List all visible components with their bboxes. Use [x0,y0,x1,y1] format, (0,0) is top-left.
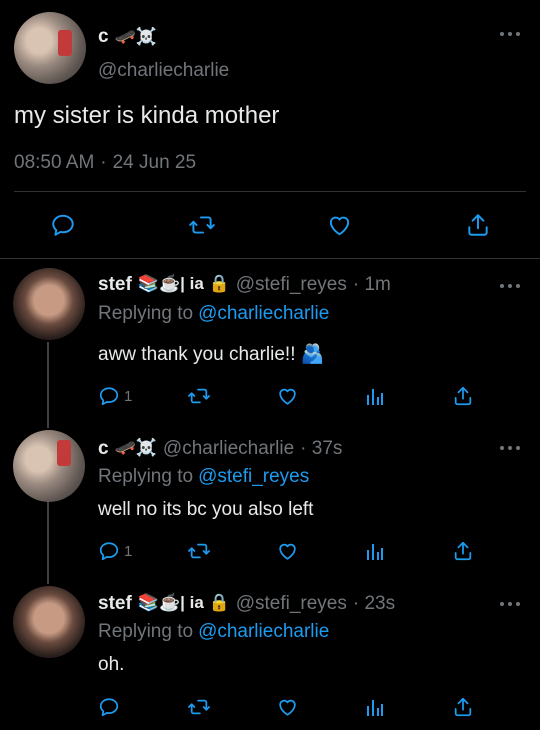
share-icon [465,212,491,238]
divider [0,258,540,259]
avatar[interactable] [13,430,85,502]
views-icon [365,385,385,407]
timestamp-separator: · [100,152,107,173]
tweet-date: 24 Jun 25 [112,152,197,173]
reply-icon [98,696,120,718]
heart-icon [326,212,353,238]
views-icon [365,696,385,718]
retweet-icon [188,212,216,238]
reply-button[interactable]: 1 [98,385,132,407]
views-button[interactable] [365,385,385,407]
like-button[interactable] [326,212,353,238]
tweet-text: my sister is kinda mother [14,102,280,129]
more-icon[interactable] [500,30,520,38]
retweet-icon [187,385,211,407]
divider [14,191,526,192]
display-name[interactable]: stef [98,593,132,615]
name-suffix: 📚☕️| ia 🔒 [137,274,230,293]
tweet-timestamp[interactable]: 08:50 AM · 24 Jun 25 [14,152,196,174]
tweet-time: 08:50 AM [14,152,95,173]
replying-prefix: Replying to [98,466,194,487]
thread-line [47,500,49,584]
more-icon[interactable] [500,282,520,290]
author-handle[interactable]: @charliecharlie [98,60,229,82]
tweet-age: · 37s [300,438,343,459]
replying-to: Replying to @charliecharlie [98,621,329,643]
thread-line [47,342,49,428]
name-emojis: 🛹☠️ [114,27,157,46]
tweet-text: oh. [98,654,125,675]
replying-to: Replying to @stefi_reyes [98,466,309,488]
author-row: stef 📚☕️| ia 🔒 @stefi_reyes · 1m [98,274,391,296]
more-icon[interactable] [500,600,520,608]
share-button[interactable] [452,696,474,718]
reply-count: 1 [124,387,133,405]
avatar[interactable] [13,586,85,658]
share-button[interactable] [465,212,491,238]
share-icon [452,540,474,562]
retweet-button[interactable] [187,696,211,718]
views-button[interactable] [365,540,385,562]
replying-to: Replying to @charliecharlie [98,303,329,325]
display-name[interactable]: c [98,438,109,460]
avatar[interactable] [14,12,86,84]
like-button[interactable] [276,385,299,407]
heart-icon [276,385,299,407]
author-handle[interactable]: @stefi_reyes [236,274,347,296]
views-icon [365,540,385,562]
tweet-text: aww thank you charlie!! 🫂 [98,344,325,365]
reply-count: 1 [124,542,133,560]
reply-button[interactable] [98,696,124,718]
retweet-icon [187,696,211,718]
reply-icon [50,212,76,238]
replying-to-link[interactable]: @stefi_reyes [198,466,309,488]
retweet-button[interactable] [187,385,211,407]
reply-button[interactable]: 1 [98,540,132,562]
author-row: c 🛹☠️ @charliecharlie · 37s [98,438,342,460]
share-button[interactable] [452,385,474,407]
like-button[interactable] [276,696,299,718]
heart-icon [276,696,299,718]
author-row: stef 📚☕️| ia 🔒 @stefi_reyes · 23s [98,593,395,615]
author-handle[interactable]: @stefi_reyes [236,593,347,615]
heart-icon [276,540,299,562]
tweet-age: · 23s [352,593,396,614]
share-button[interactable] [452,540,474,562]
tweet-text: well no its bc you also left [98,499,314,520]
display-name[interactable]: stef [98,274,132,296]
share-icon [452,385,474,407]
display-name: c [98,26,109,47]
author-handle[interactable]: @charliecharlie [163,438,294,460]
like-button[interactable] [276,540,299,562]
more-icon[interactable] [500,444,520,452]
retweet-icon [187,540,211,562]
replying-prefix: Replying to [98,621,194,642]
reply-button[interactable] [50,212,76,238]
replying-to-link[interactable]: @charliecharlie [198,303,329,325]
avatar[interactable] [13,268,85,340]
name-suffix: 🛹☠️ [114,438,157,457]
retweet-button[interactable] [188,212,216,238]
replying-to-link[interactable]: @charliecharlie [198,621,329,643]
name-suffix: 📚☕️| ia 🔒 [137,593,230,612]
tweet-age: · 1m [352,274,391,295]
reply-icon [98,385,120,407]
replying-prefix: Replying to [98,303,194,324]
author-name-row[interactable]: c 🛹☠️ [98,26,157,48]
reply-icon [98,540,120,562]
share-icon [452,696,474,718]
retweet-button[interactable] [187,540,211,562]
views-button[interactable] [365,696,385,718]
